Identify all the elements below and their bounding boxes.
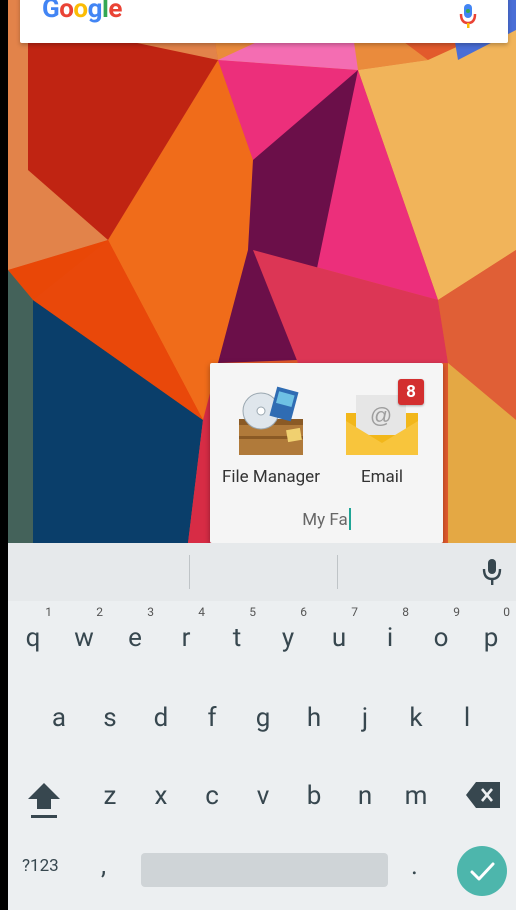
folder-name-text: My Fa: [302, 510, 348, 530]
key-label: a: [51, 703, 67, 733]
key-label: z: [103, 781, 117, 811]
notification-badge: 8: [398, 379, 424, 405]
key-label: d: [153, 703, 169, 733]
key-g[interactable]: g: [238, 691, 288, 751]
period-key[interactable]: .: [411, 851, 418, 881]
key-w[interactable]: 2w: [59, 601, 109, 661]
file-manager-icon: [231, 381, 311, 461]
app-label: File Manager: [222, 467, 320, 487]
comma-key[interactable]: ,: [101, 851, 106, 881]
key-d[interactable]: d: [136, 691, 186, 751]
key-hint: 0: [503, 605, 510, 619]
logo-letter: e: [108, 0, 122, 24]
checkmark-icon: [470, 862, 495, 881]
svg-text:@: @: [370, 403, 392, 428]
key-k[interactable]: k: [391, 691, 441, 751]
key-label: i: [386, 623, 394, 653]
key-hint: 2: [96, 605, 103, 619]
key-label: q: [25, 623, 41, 653]
key-x[interactable]: x: [136, 769, 186, 829]
key-label: n: [357, 781, 373, 811]
key-hint: 7: [351, 605, 358, 619]
logo-letter: o: [59, 0, 74, 24]
key-hint: 3: [147, 605, 154, 619]
key-label: r: [181, 623, 191, 653]
voice-input-icon[interactable]: [482, 557, 502, 587]
key-label: j: [361, 703, 369, 733]
key-y[interactable]: 6y: [263, 601, 313, 661]
key-label: s: [103, 703, 117, 733]
key-hint: 5: [249, 605, 256, 619]
key-c[interactable]: c: [187, 769, 237, 829]
key-hint: 8: [402, 605, 409, 619]
shift-icon[interactable]: [26, 779, 62, 819]
key-label: x: [154, 781, 168, 811]
key-label: g: [255, 703, 271, 733]
key-label: h: [306, 703, 322, 733]
key-b[interactable]: b: [289, 769, 339, 829]
key-z[interactable]: z: [85, 769, 135, 829]
key-label: u: [331, 623, 347, 653]
key-p[interactable]: 0p: [466, 601, 516, 661]
key-l[interactable]: l: [442, 691, 492, 751]
key-o[interactable]: 9o: [416, 601, 466, 661]
key-label: l: [463, 703, 471, 733]
suggestion-strip: [8, 543, 516, 601]
key-label: c: [205, 781, 219, 811]
email-icon: @ 8: [342, 379, 424, 461]
key-m[interactable]: m: [391, 769, 441, 829]
google-logo: Google: [42, 0, 122, 24]
key-j[interactable]: j: [340, 691, 390, 751]
key-label: k: [409, 703, 423, 733]
logo-letter: G: [42, 0, 60, 24]
key-label: p: [483, 623, 499, 653]
key-label: b: [306, 781, 322, 811]
logo-letter: g: [87, 0, 103, 24]
suggestion-divider: [337, 555, 338, 589]
key-u[interactable]: 7u: [314, 601, 364, 661]
text-caret: [348, 508, 351, 530]
google-search-bar[interactable]: Google: [20, 0, 508, 43]
key-label: v: [256, 781, 270, 811]
key-n[interactable]: n: [340, 769, 390, 829]
key-h[interactable]: h: [289, 691, 339, 751]
key-label: t: [232, 623, 242, 653]
key-label: f: [207, 703, 217, 733]
key-hint: 6: [300, 605, 307, 619]
backspace-icon[interactable]: [466, 782, 500, 808]
suggestion-divider: [189, 555, 190, 589]
key-r[interactable]: 4r: [161, 601, 211, 661]
enter-key[interactable]: [457, 846, 507, 896]
key-hint: 4: [198, 605, 205, 619]
mic-icon[interactable]: [458, 4, 478, 30]
app-folder-popup: File Manager @ 8 Email My Fa: [210, 363, 443, 543]
app-file-manager[interactable]: File Manager: [216, 381, 326, 487]
logo-letter: o: [73, 0, 88, 24]
folder-name-input[interactable]: My Fa: [210, 508, 443, 530]
key-label: w: [74, 623, 94, 653]
key-label: y: [281, 623, 295, 653]
key-v[interactable]: v: [238, 769, 288, 829]
soft-keyboard: 1q 2w 3e 4r 5t 6y 7u 8i 9o 0p a s d f g …: [8, 543, 516, 910]
key-label: m: [404, 781, 428, 811]
symbols-key[interactable]: ?123: [22, 856, 59, 876]
key-i[interactable]: 8i: [365, 601, 415, 661]
key-label: o: [433, 623, 449, 653]
app-label: Email: [360, 467, 404, 487]
key-e[interactable]: 3e: [110, 601, 160, 661]
key-a[interactable]: a: [34, 691, 84, 751]
key-hint: 9: [453, 605, 460, 619]
app-email[interactable]: @ 8 Email: [327, 379, 437, 487]
key-f[interactable]: f: [187, 691, 237, 751]
key-q[interactable]: 1q: [8, 601, 58, 661]
key-hint: 1: [45, 605, 52, 619]
key-s[interactable]: s: [85, 691, 135, 751]
key-t[interactable]: 5t: [212, 601, 262, 661]
space-bar[interactable]: [141, 853, 388, 887]
key-label: e: [128, 623, 142, 653]
